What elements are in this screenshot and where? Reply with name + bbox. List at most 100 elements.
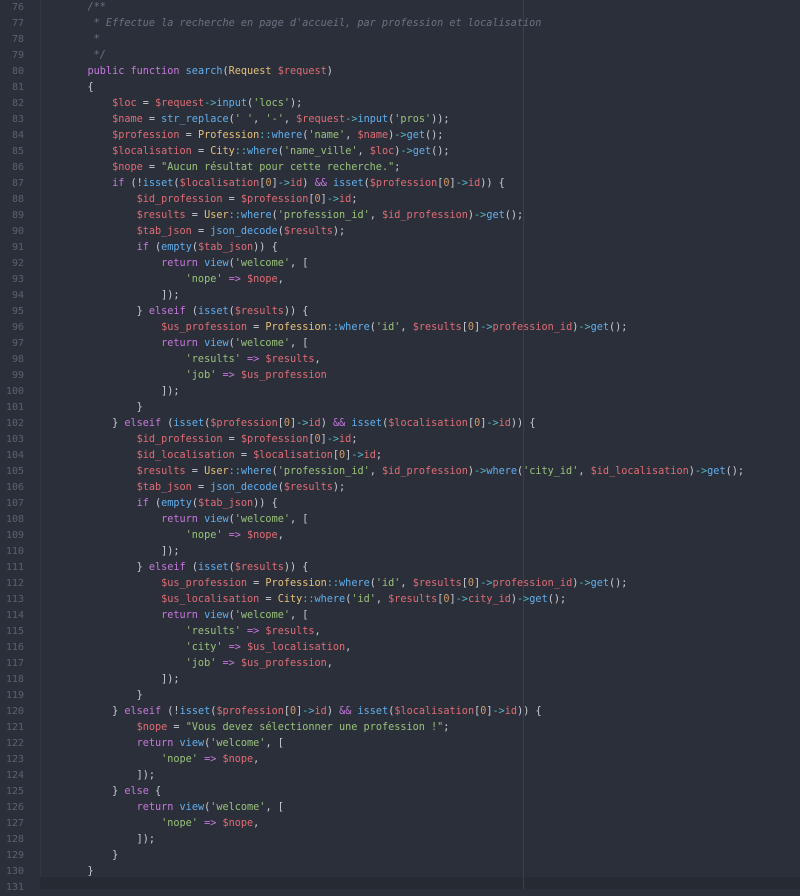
code-token: id: [363, 450, 376, 461]
code-line[interactable]: 96 $us_profession = Profession::where('i…: [0, 320, 800, 336]
code-token: ): [326, 66, 333, 77]
code-line[interactable]: 118 ]);: [0, 672, 800, 688]
code-token: $results: [63, 466, 186, 477]
line-number: 90: [11, 226, 24, 237]
code-token: ::: [326, 322, 340, 333]
code-token: ->: [480, 578, 493, 589]
line-number: 104: [5, 450, 24, 461]
code-text: 'job' => $us_profession: [63, 368, 327, 384]
code-line[interactable]: 101 }: [0, 400, 800, 416]
code-line[interactable]: 76 /**: [0, 0, 800, 16]
code-line[interactable]: 125 } else {: [0, 784, 800, 800]
code-line[interactable]: 108 return view('welcome', [: [0, 512, 800, 528]
code-token: isset: [197, 306, 229, 317]
code-line[interactable]: 104 $id_localisation = $localisation[0]-…: [0, 448, 800, 464]
code-lines[interactable]: 76 /** 77 * Effectue la recherche en page…: [0, 0, 800, 896]
code-line[interactable]: 127 'nope' => $nope,: [0, 816, 800, 832]
line-number: 77: [11, 18, 24, 29]
code-token: 'welcome': [234, 258, 290, 269]
code-line[interactable]: 89 $results = User::where('profession_id…: [0, 208, 800, 224]
code-token: ,: [253, 754, 260, 765]
code-token: $loc: [63, 98, 137, 109]
code-line[interactable]: 130 }: [0, 864, 800, 880]
code-token: ->: [204, 98, 217, 109]
code-line[interactable]: 124 ]);: [0, 768, 800, 784]
code-token: 'profession_id': [277, 210, 370, 221]
code-text: $nope = "Vous devez sélectionner une pro…: [63, 720, 450, 736]
code-line[interactable]: 111 } elseif (isset($results)) {: [0, 560, 800, 576]
code-line[interactable]: 122 return view('welcome', [: [0, 736, 800, 752]
code-line[interactable]: 97 return view('welcome', [: [0, 336, 800, 352]
code-line[interactable]: 129 }: [0, 848, 800, 864]
code-line[interactable]: 115 'results' => $results,: [0, 624, 800, 640]
code-line[interactable]: 126 return view('welcome', [: [0, 800, 800, 816]
code-line[interactable]: 121 $nope = "Vous devez sélectionner une…: [0, 720, 800, 736]
code-token: get: [590, 322, 610, 333]
code-line[interactable]: 78 *: [0, 32, 800, 48]
code-token: ;: [351, 434, 358, 445]
code-line[interactable]: 128 ]);: [0, 832, 800, 848]
line-number: 96: [11, 322, 24, 333]
code-token: where: [486, 466, 517, 477]
code-line[interactable]: 116 'city' => $us_localisation,: [0, 640, 800, 656]
code-token: ();: [547, 594, 567, 605]
code-line[interactable]: 98 'results' => $results,: [0, 352, 800, 368]
code-token: ,: [277, 530, 284, 541]
code-line[interactable]: 102 } elseif (isset($profession[0]->id) …: [0, 416, 800, 432]
code-line[interactable]: 131: [0, 880, 800, 896]
code-line[interactable]: 77 * Effectue la recherche en page d'acc…: [0, 16, 800, 32]
code-token: /**: [63, 2, 106, 13]
code-text: $results = User::where('profession_id', …: [63, 208, 524, 224]
code-line[interactable]: 83 $name = str_replace(' ', '-', $reques…: [0, 112, 800, 128]
code-line[interactable]: 84 $profession = Profession::where('name…: [0, 128, 800, 144]
code-text: *: [63, 32, 100, 48]
code-token: ,: [375, 594, 389, 605]
code-line[interactable]: 112 $us_profession = Profession::where('…: [0, 576, 800, 592]
code-line[interactable]: 93 'nope' => $nope,: [0, 272, 800, 288]
code-token: ->: [517, 594, 530, 605]
code-line[interactable]: 95 } elseif (isset($results)) {: [0, 304, 800, 320]
code-line[interactable]: 106 $tab_json = json_decode($results);: [0, 480, 800, 496]
code-line[interactable]: 105 $results = User::where('profession_i…: [0, 464, 800, 480]
code-line[interactable]: 117 'job' => $us_profession,: [0, 656, 800, 672]
code-line[interactable]: 79 */: [0, 48, 800, 64]
code-line[interactable]: 94 ]);: [0, 288, 800, 304]
code-line[interactable]: 107 if (empty($tab_json)) {: [0, 496, 800, 512]
code-line[interactable]: 87 if (!isset($localisation[0]->id) && i…: [0, 176, 800, 192]
code-token: public function: [63, 66, 186, 77]
code-line[interactable]: 114 return view('welcome', [: [0, 608, 800, 624]
code-line[interactable]: 109 'nope' => $nope,: [0, 528, 800, 544]
code-token: 'nope': [63, 274, 223, 285]
code-text: }: [63, 688, 143, 704]
code-line[interactable]: 123 'nope' => $nope,: [0, 752, 800, 768]
code-token: (!: [130, 178, 143, 189]
code-line[interactable]: 92 return view('welcome', [: [0, 256, 800, 272]
code-token: $us_profession: [240, 658, 327, 669]
code-line[interactable]: 119 }: [0, 688, 800, 704]
code-line[interactable]: 85 $localisation = City::where('name_vil…: [0, 144, 800, 160]
code-token: $localisation: [179, 178, 260, 189]
code-line[interactable]: 82 $loc = $request->input('locs');: [0, 96, 800, 112]
code-text: ]);: [63, 672, 179, 688]
line-number: 83: [11, 114, 24, 125]
line-number: 85: [11, 146, 24, 157]
code-line[interactable]: 120 } elseif (!isset($profession[0]->id)…: [0, 704, 800, 720]
code-line[interactable]: 100 ]);: [0, 384, 800, 400]
code-line[interactable]: 91 if (empty($tab_json)) {: [0, 240, 800, 256]
code-line[interactable]: 86 $nope = "Aucun résultat pour cette re…: [0, 160, 800, 176]
code-line[interactable]: 110 ]);: [0, 544, 800, 560]
code-line[interactable]: 81 {: [0, 80, 800, 96]
code-line[interactable]: 103 $id_profession = $profession[0]->id;: [0, 432, 800, 448]
line-number: 100: [5, 386, 24, 397]
code-line[interactable]: 99 'job' => $us_profession: [0, 368, 800, 384]
code-token: if: [63, 242, 156, 253]
code-editor[interactable]: 76 /** 77 * Effectue la recherche en page…: [0, 0, 800, 893]
code-line[interactable]: 80 public function search(Request $reque…: [0, 64, 800, 80]
code-token: Request: [228, 66, 278, 77]
code-line[interactable]: 90 $tab_json = json_decode($results);: [0, 224, 800, 240]
code-line[interactable]: 88 $id_profession = $profession[0]->id;: [0, 192, 800, 208]
code-token: $nope: [63, 162, 143, 173]
code-token: id: [498, 418, 511, 429]
code-line[interactable]: 113 $us_localisation = City::where('id',…: [0, 592, 800, 608]
code-token: get: [412, 146, 432, 157]
